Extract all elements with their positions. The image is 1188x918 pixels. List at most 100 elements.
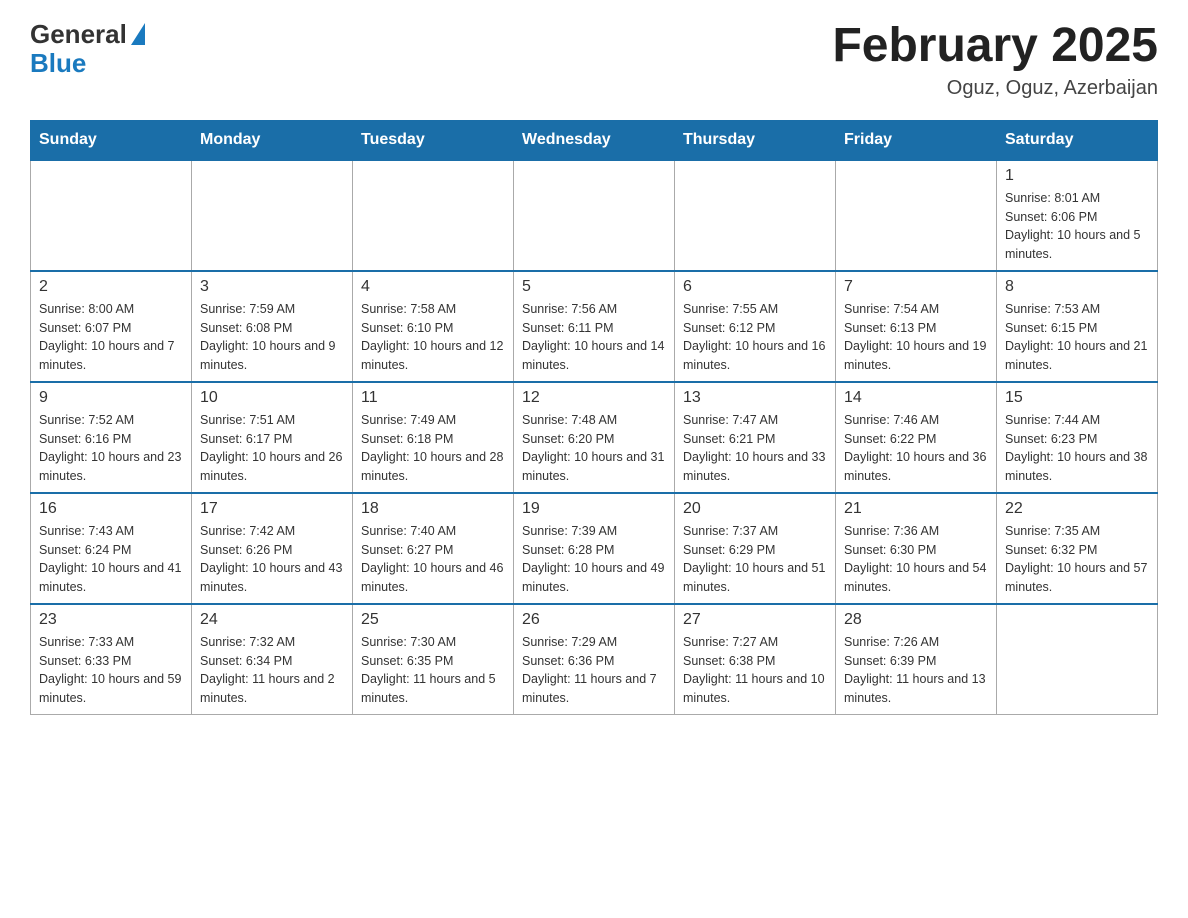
day-info: Sunrise: 7:40 AMSunset: 6:27 PMDaylight:… <box>361 522 505 597</box>
calendar-cell: 6Sunrise: 7:55 AMSunset: 6:12 PMDaylight… <box>675 271 836 382</box>
day-info: Sunrise: 7:43 AMSunset: 6:24 PMDaylight:… <box>39 522 183 597</box>
calendar-week-row: 23 Sunrise: 7:33 AMSunset: 6:33 PMDayligh… <box>31 604 1158 715</box>
calendar-cell: 20 Sunrise: 7:37 AMSunset: 6:29 PMDayligh… <box>675 493 836 604</box>
calendar-cell: 2Sunrise: 8:00 AMSunset: 6:07 PMDaylight… <box>31 271 192 382</box>
day-info: Sunrise: 7:44 AMSunset: 6:23 PMDaylight:… <box>1005 411 1149 486</box>
day-number: 17 <box>200 500 344 518</box>
day-number: 28 <box>844 611 988 629</box>
calendar-cell: 28 Sunrise: 7:26 AMSunset: 6:39 PMDayligh… <box>836 604 997 715</box>
day-info: Sunrise: 7:36 AMSunset: 6:30 PMDaylight:… <box>844 522 988 597</box>
day-number: 26 <box>522 611 666 629</box>
day-number: 1 <box>1005 167 1149 185</box>
logo: General Blue <box>30 20 145 77</box>
calendar-cell: 5 Sunrise: 7:56 AMSunset: 6:11 PMDaylight… <box>514 271 675 382</box>
calendar-cell: 27 Sunrise: 7:27 AMSunset: 6:38 PMDayligh… <box>675 604 836 715</box>
day-info: Sunrise: 7:51 AMSunset: 6:17 PMDaylight:… <box>200 411 344 486</box>
calendar-week-row: 9 Sunrise: 7:52 AMSunset: 6:16 PMDaylight… <box>31 382 1158 493</box>
day-header-wednesday: Wednesday <box>514 120 675 160</box>
day-number: 12 <box>522 389 666 407</box>
page-title: February 2025 <box>832 20 1158 73</box>
day-info: Sunrise: 7:42 AMSunset: 6:26 PMDaylight:… <box>200 522 344 597</box>
day-number: 7 <box>844 278 988 296</box>
calendar-cell: 18Sunrise: 7:40 AMSunset: 6:27 PMDayligh… <box>353 493 514 604</box>
calendar-cell: 9 Sunrise: 7:52 AMSunset: 6:16 PMDaylight… <box>31 382 192 493</box>
day-info: Sunrise: 7:54 AMSunset: 6:13 PMDaylight:… <box>844 300 988 375</box>
day-info: Sunrise: 7:33 AMSunset: 6:33 PMDaylight:… <box>39 633 183 708</box>
day-info: Sunrise: 7:26 AMSunset: 6:39 PMDaylight:… <box>844 633 988 708</box>
calendar-week-row: 2Sunrise: 8:00 AMSunset: 6:07 PMDaylight… <box>31 271 1158 382</box>
calendar-cell <box>675 160 836 271</box>
day-info: Sunrise: 7:49 AMSunset: 6:18 PMDaylight:… <box>361 411 505 486</box>
calendar-cell: 15 Sunrise: 7:44 AMSunset: 6:23 PMDayligh… <box>997 382 1158 493</box>
day-header-saturday: Saturday <box>997 120 1158 160</box>
day-number: 9 <box>39 389 183 407</box>
calendar-cell: 11 Sunrise: 7:49 AMSunset: 6:18 PMDayligh… <box>353 382 514 493</box>
day-info: Sunrise: 7:52 AMSunset: 6:16 PMDaylight:… <box>39 411 183 486</box>
calendar-cell <box>997 604 1158 715</box>
calendar-cell: 12 Sunrise: 7:48 AMSunset: 6:20 PMDayligh… <box>514 382 675 493</box>
day-info: Sunrise: 7:56 AMSunset: 6:11 PMDaylight:… <box>522 300 666 375</box>
calendar-cell: 10 Sunrise: 7:51 AMSunset: 6:17 PMDayligh… <box>192 382 353 493</box>
calendar-cell: 3 Sunrise: 7:59 AMSunset: 6:08 PMDaylight… <box>192 271 353 382</box>
day-number: 21 <box>844 500 988 518</box>
logo-triangle-icon <box>131 23 145 45</box>
day-number: 22 <box>1005 500 1149 518</box>
day-info: Sunrise: 7:29 AMSunset: 6:36 PMDaylight:… <box>522 633 666 708</box>
day-header-thursday: Thursday <box>675 120 836 160</box>
calendar-header-row: SundayMondayTuesdayWednesdayThursdayFrid… <box>31 120 1158 160</box>
day-number: 14 <box>844 389 988 407</box>
day-number: 8 <box>1005 278 1149 296</box>
calendar-cell: 16 Sunrise: 7:43 AMSunset: 6:24 PMDayligh… <box>31 493 192 604</box>
day-info: Sunrise: 7:27 AMSunset: 6:38 PMDaylight:… <box>683 633 827 708</box>
day-number: 4 <box>361 278 505 296</box>
calendar-table: SundayMondayTuesdayWednesdayThursdayFrid… <box>30 120 1158 715</box>
day-info: Sunrise: 7:48 AMSunset: 6:20 PMDaylight:… <box>522 411 666 486</box>
day-info: Sunrise: 7:58 AMSunset: 6:10 PMDaylight:… <box>361 300 505 375</box>
day-number: 16 <box>39 500 183 518</box>
day-info: Sunrise: 7:53 AMSunset: 6:15 PMDaylight:… <box>1005 300 1149 375</box>
title-area: February 2025 Oguz, Oguz, Azerbaijan <box>832 20 1158 100</box>
day-info: Sunrise: 7:59 AMSunset: 6:08 PMDaylight:… <box>200 300 344 375</box>
day-number: 15 <box>1005 389 1149 407</box>
calendar-week-row: 16 Sunrise: 7:43 AMSunset: 6:24 PMDayligh… <box>31 493 1158 604</box>
day-info: Sunrise: 7:55 AMSunset: 6:12 PMDaylight:… <box>683 300 827 375</box>
day-number: 27 <box>683 611 827 629</box>
day-number: 20 <box>683 500 827 518</box>
calendar-cell: 8 Sunrise: 7:53 AMSunset: 6:15 PMDaylight… <box>997 271 1158 382</box>
day-header-monday: Monday <box>192 120 353 160</box>
calendar-cell: 22 Sunrise: 7:35 AMSunset: 6:32 PMDayligh… <box>997 493 1158 604</box>
calendar-cell: 1 Sunrise: 8:01 AMSunset: 6:06 PMDaylight… <box>997 160 1158 271</box>
logo-general-text: General <box>30 20 127 49</box>
day-number: 11 <box>361 389 505 407</box>
day-number: 13 <box>683 389 827 407</box>
day-info: Sunrise: 7:37 AMSunset: 6:29 PMDaylight:… <box>683 522 827 597</box>
calendar-cell: 24 Sunrise: 7:32 AMSunset: 6:34 PMDayligh… <box>192 604 353 715</box>
day-number: 10 <box>200 389 344 407</box>
day-header-tuesday: Tuesday <box>353 120 514 160</box>
calendar-cell <box>836 160 997 271</box>
day-number: 25 <box>361 611 505 629</box>
calendar-cell <box>514 160 675 271</box>
day-number: 23 <box>39 611 183 629</box>
calendar-cell: 23 Sunrise: 7:33 AMSunset: 6:33 PMDayligh… <box>31 604 192 715</box>
day-info: Sunrise: 7:46 AMSunset: 6:22 PMDaylight:… <box>844 411 988 486</box>
calendar-cell: 13Sunrise: 7:47 AMSunset: 6:21 PMDayligh… <box>675 382 836 493</box>
location-subtitle: Oguz, Oguz, Azerbaijan <box>832 77 1158 100</box>
day-info: Sunrise: 8:00 AMSunset: 6:07 PMDaylight:… <box>39 300 183 375</box>
calendar-cell <box>353 160 514 271</box>
day-header-friday: Friday <box>836 120 997 160</box>
calendar-cell: 14 Sunrise: 7:46 AMSunset: 6:22 PMDayligh… <box>836 382 997 493</box>
header: General Blue February 2025 Oguz, Oguz, A… <box>30 20 1158 100</box>
day-info: Sunrise: 7:35 AMSunset: 6:32 PMDaylight:… <box>1005 522 1149 597</box>
day-number: 24 <box>200 611 344 629</box>
day-info: Sunrise: 8:01 AMSunset: 6:06 PMDaylight:… <box>1005 189 1149 264</box>
day-info: Sunrise: 7:30 AMSunset: 6:35 PMDaylight:… <box>361 633 505 708</box>
day-info: Sunrise: 7:32 AMSunset: 6:34 PMDaylight:… <box>200 633 344 708</box>
day-number: 5 <box>522 278 666 296</box>
day-info: Sunrise: 7:39 AMSunset: 6:28 PMDaylight:… <box>522 522 666 597</box>
calendar-cell: 17 Sunrise: 7:42 AMSunset: 6:26 PMDayligh… <box>192 493 353 604</box>
day-number: 3 <box>200 278 344 296</box>
calendar-cell: 19 Sunrise: 7:39 AMSunset: 6:28 PMDayligh… <box>514 493 675 604</box>
calendar-cell: 26 Sunrise: 7:29 AMSunset: 6:36 PMDayligh… <box>514 604 675 715</box>
day-number: 19 <box>522 500 666 518</box>
